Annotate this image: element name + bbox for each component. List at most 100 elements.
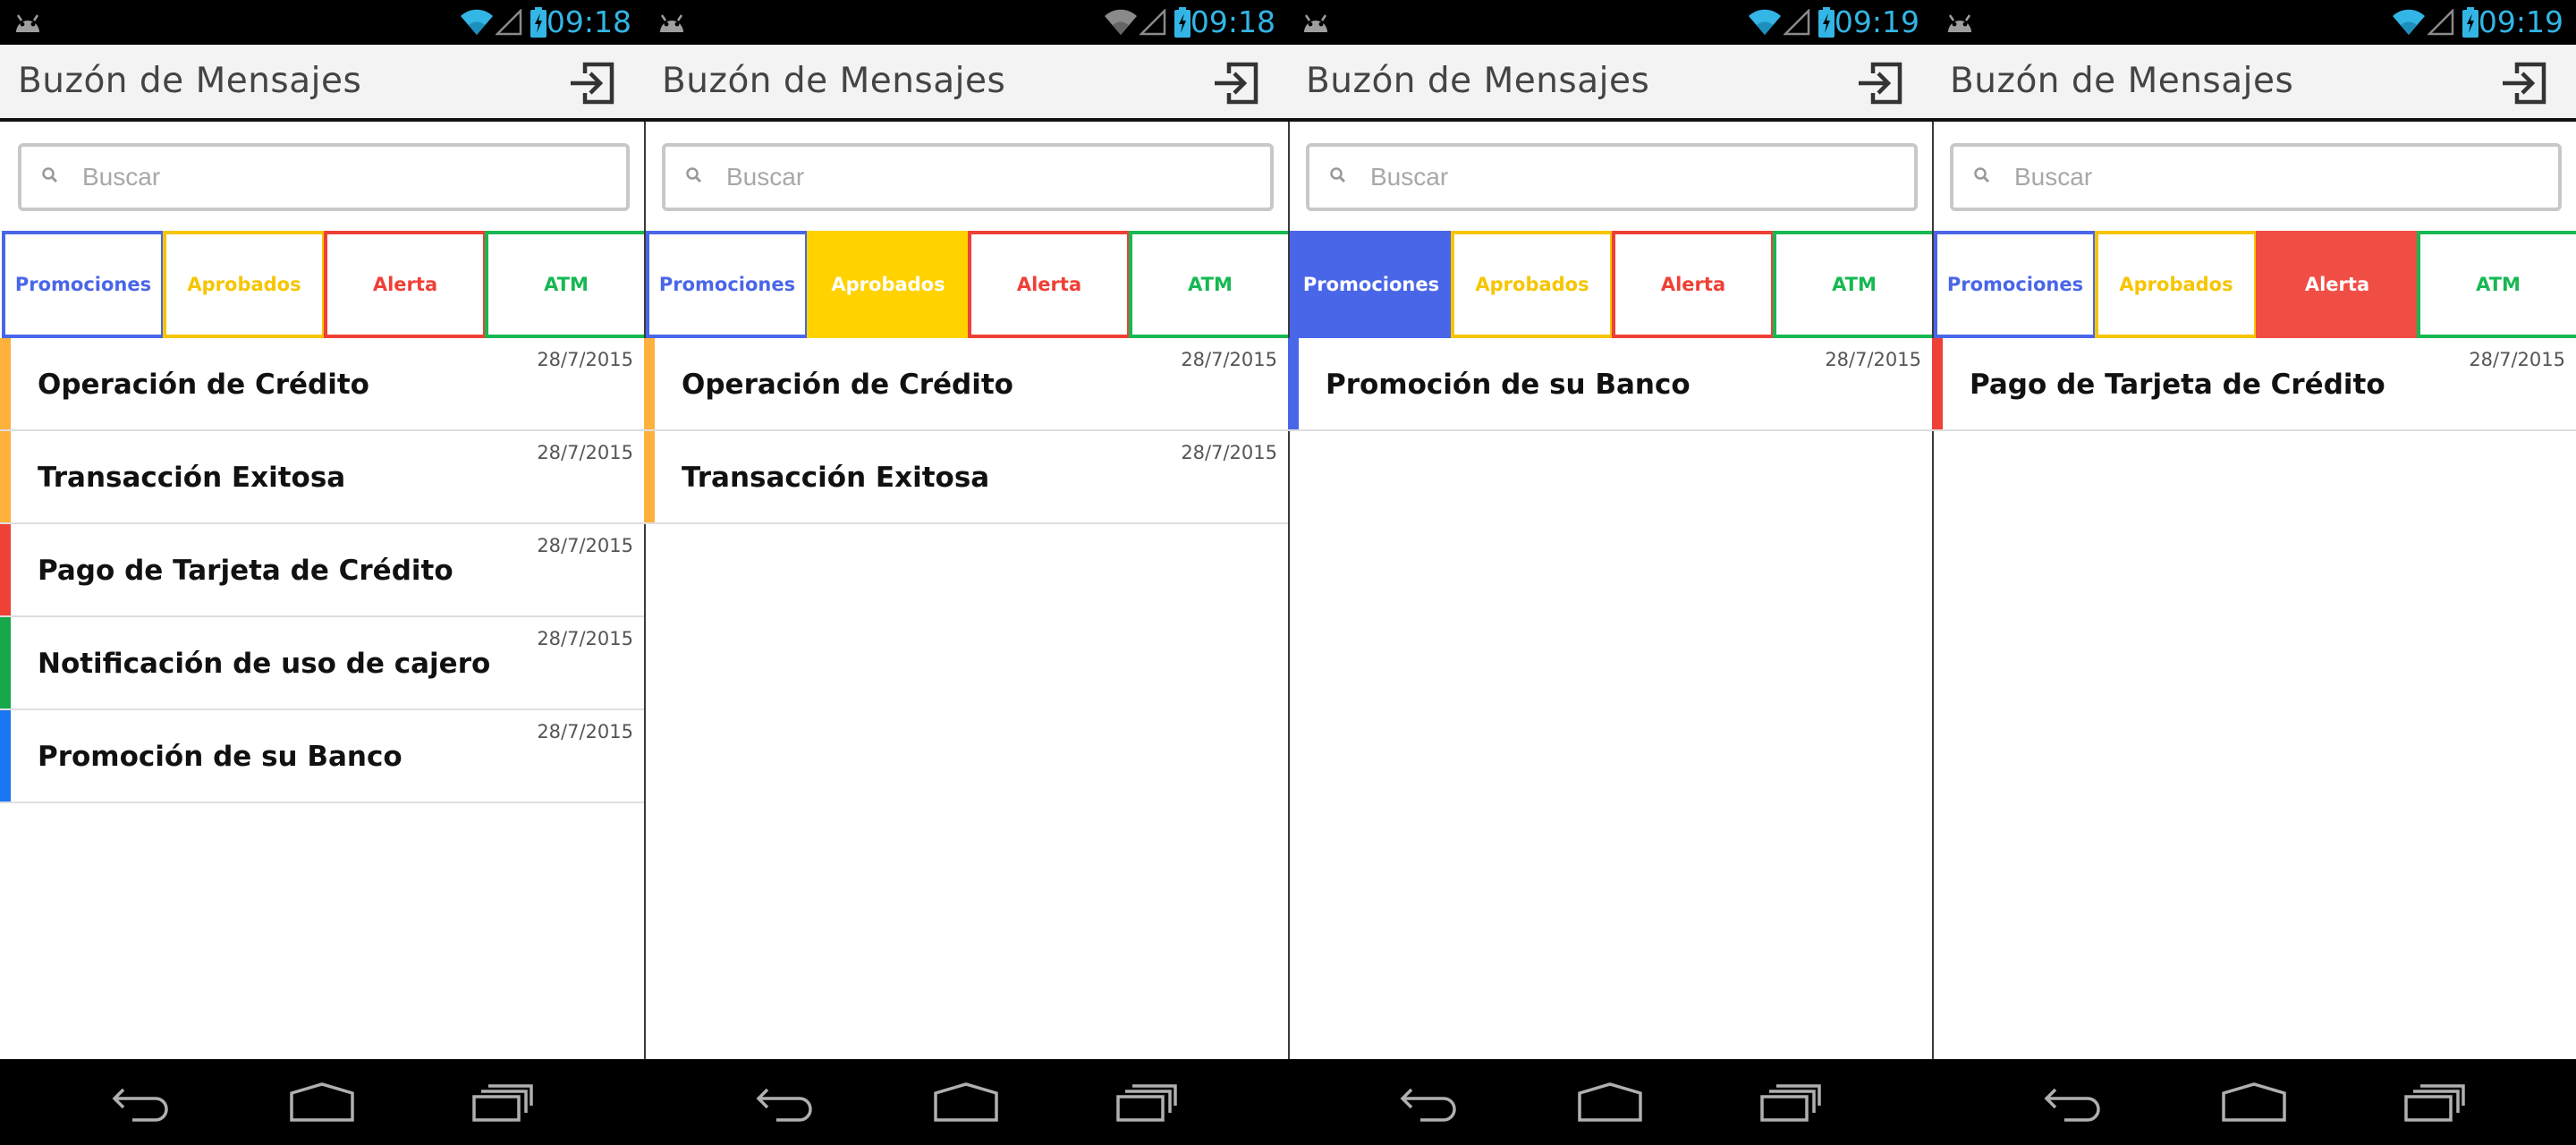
category-indicator xyxy=(1932,338,1943,429)
back-icon[interactable] xyxy=(2043,1081,2107,1124)
message-title: Promoción de su Banco xyxy=(1326,369,1690,401)
category-indicator xyxy=(644,338,655,429)
message-date: 28/7/2015 xyxy=(537,628,633,649)
tab-label: Promociones xyxy=(1946,274,2084,295)
tab-atm[interactable]: ATM xyxy=(1129,231,1288,338)
page-title: Buzón de Mensajes xyxy=(18,61,362,101)
message-list: Promoción de su Banco 28/7/2015 xyxy=(1288,338,1932,431)
logout-icon[interactable] xyxy=(569,61,615,106)
message-item[interactable]: Promoción de su Banco 28/7/2015 xyxy=(0,710,644,803)
app-header: Buzón de Mensajes xyxy=(1932,45,2576,122)
message-title: Pago de Tarjeta de Crédito xyxy=(38,555,453,587)
home-icon[interactable] xyxy=(2220,1081,2288,1124)
battery-charging-icon xyxy=(530,7,547,38)
tab-promociones[interactable]: Promociones xyxy=(1934,231,2097,338)
tab-atm[interactable]: ATM xyxy=(1773,231,1932,338)
message-item[interactable]: Pago de Tarjeta de Crédito 28/7/2015 xyxy=(1932,338,2576,431)
tab-promociones[interactable]: Promociones xyxy=(646,231,809,338)
tab-alerta[interactable]: Alerta xyxy=(324,231,487,338)
search-input[interactable] xyxy=(724,156,1247,199)
message-title: Promoción de su Banco xyxy=(38,741,402,773)
recent-apps-icon[interactable] xyxy=(1114,1081,1179,1124)
phone-screen-1: 09:18 Buzón de Mensajes Promociones Apro… xyxy=(0,0,644,1145)
category-indicator xyxy=(0,338,11,429)
tab-label: Aprobados xyxy=(1475,274,1589,295)
back-icon[interactable] xyxy=(1399,1081,1463,1124)
tab-atm[interactable]: ATM xyxy=(2417,231,2576,338)
search-input[interactable] xyxy=(2012,156,2535,199)
recent-apps-icon[interactable] xyxy=(1758,1081,1823,1124)
message-item[interactable]: Transacción Exitosa 28/7/2015 xyxy=(644,431,1288,524)
wifi-icon xyxy=(1105,9,1137,35)
message-date: 28/7/2015 xyxy=(537,535,633,556)
message-date: 28/7/2015 xyxy=(537,721,633,742)
message-list: Operación de Crédito 28/7/2015 Transacci… xyxy=(644,338,1288,524)
recent-apps-icon[interactable] xyxy=(2402,1081,2467,1124)
search-box xyxy=(1306,143,1918,211)
message-item[interactable]: Promoción de su Banco 28/7/2015 xyxy=(1288,338,1932,431)
message-item[interactable]: Pago de Tarjeta de Crédito 28/7/2015 xyxy=(0,524,644,617)
status-time: 09:19 xyxy=(2478,4,2563,39)
app-header: Buzón de Mensajes xyxy=(1288,45,1932,122)
search-box xyxy=(662,143,1274,211)
message-item[interactable]: Operación de Crédito 28/7/2015 xyxy=(0,338,644,431)
message-item[interactable]: Operación de Crédito 28/7/2015 xyxy=(644,338,1288,431)
search-box xyxy=(1950,143,2562,211)
message-list: Pago de Tarjeta de Crédito 28/7/2015 xyxy=(1932,338,2576,431)
search-icon xyxy=(1974,167,1990,183)
tab-label: Aprobados xyxy=(187,274,301,295)
back-icon[interactable] xyxy=(111,1081,175,1124)
tab-aprobados[interactable]: Aprobados xyxy=(163,231,326,338)
tab-aprobados[interactable]: Aprobados xyxy=(1451,231,1614,338)
home-icon[interactable] xyxy=(932,1081,1000,1124)
tab-promociones[interactable]: Promociones xyxy=(1290,231,1453,338)
home-icon[interactable] xyxy=(1576,1081,1644,1124)
page-title: Buzón de Mensajes xyxy=(1306,61,1650,101)
category-indicator xyxy=(644,431,655,522)
back-icon[interactable] xyxy=(755,1081,819,1124)
message-title: Transacción Exitosa xyxy=(682,462,990,494)
message-title: Operación de Crédito xyxy=(38,369,369,401)
tab-label: Alerta xyxy=(1016,274,1082,295)
navigation-bar xyxy=(644,1059,1288,1145)
tab-label: ATM xyxy=(2476,274,2521,295)
tab-alerta[interactable]: Alerta xyxy=(968,231,1131,338)
wifi-icon xyxy=(461,9,493,35)
tab-label: Promociones xyxy=(658,274,796,295)
logout-icon[interactable] xyxy=(1857,61,1903,106)
logout-icon[interactable] xyxy=(2501,61,2547,106)
recent-apps-icon[interactable] xyxy=(470,1081,535,1124)
tab-alerta[interactable]: Alerta xyxy=(2256,231,2419,338)
message-item[interactable]: Notificación de uso de cajero 28/7/2015 xyxy=(0,617,644,710)
search-input[interactable] xyxy=(1368,156,1891,199)
message-date: 28/7/2015 xyxy=(537,349,633,370)
message-title: Pago de Tarjeta de Crédito xyxy=(1970,369,2385,401)
tab-promociones[interactable]: Promociones xyxy=(2,231,165,338)
search-icon xyxy=(42,167,58,183)
tab-label: ATM xyxy=(544,274,589,295)
android-debug-icon xyxy=(1304,14,1327,32)
status-bar: 09:18 xyxy=(644,0,1288,45)
category-indicator xyxy=(1288,338,1299,429)
home-icon[interactable] xyxy=(288,1081,356,1124)
android-debug-icon xyxy=(1948,14,1971,32)
tab-alerta[interactable]: Alerta xyxy=(1612,231,1775,338)
tab-aprobados[interactable]: Aprobados xyxy=(2095,231,2258,338)
battery-charging-icon xyxy=(2462,7,2479,38)
android-debug-icon xyxy=(660,14,683,32)
tab-aprobados[interactable]: Aprobados xyxy=(807,231,970,338)
tab-atm[interactable]: ATM xyxy=(485,231,644,338)
tab-label: Promociones xyxy=(14,274,152,295)
page-title: Buzón de Mensajes xyxy=(662,61,1006,101)
status-bar: 09:18 xyxy=(0,0,644,45)
message-item[interactable]: Transacción Exitosa 28/7/2015 xyxy=(0,431,644,524)
tab-label: Promociones xyxy=(1302,274,1440,295)
logout-icon[interactable] xyxy=(1213,61,1259,106)
search-icon xyxy=(1330,167,1346,183)
navigation-bar xyxy=(1932,1059,2576,1145)
search-icon xyxy=(686,167,702,183)
category-indicator xyxy=(0,524,11,615)
page-title: Buzón de Mensajes xyxy=(1950,61,2294,101)
tab-label: ATM xyxy=(1832,274,1877,295)
search-input[interactable] xyxy=(80,156,603,199)
